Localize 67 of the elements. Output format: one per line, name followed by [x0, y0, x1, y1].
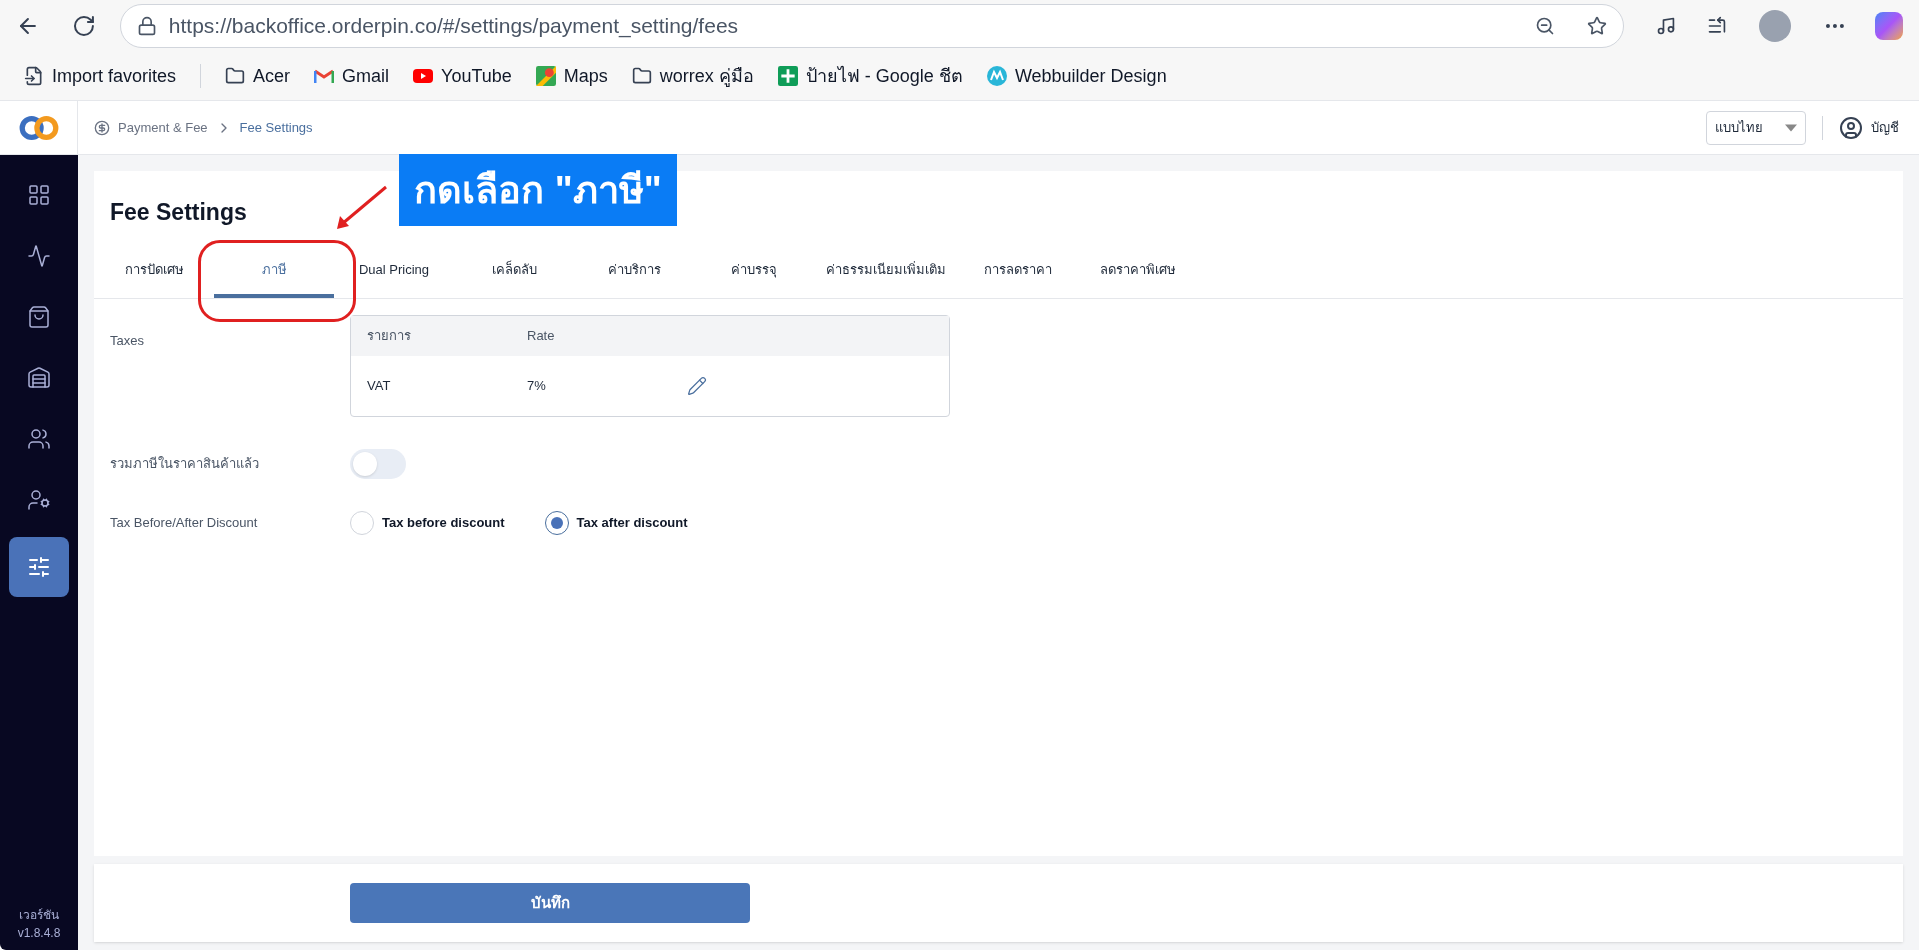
- music-icon[interactable]: [1655, 16, 1676, 36]
- bookmark-item[interactable]: YouTube: [405, 58, 520, 94]
- field-label: Taxes: [110, 331, 145, 350]
- account-button[interactable]: บัญชี: [1839, 115, 1899, 140]
- folder-icon: [631, 66, 652, 86]
- field-label: รวมภาษีในราคาสินค้าแล้ว: [110, 454, 260, 473]
- breadcrumb-current: Fee Settings: [239, 118, 313, 137]
- play-logo-icon: [413, 68, 434, 84]
- tab[interactable]: ค่าบรรจุ: [694, 245, 814, 298]
- address-bar[interactable]: https://backoffice.orderpin.co/#/settings/payment_setting/fees: [119, 4, 1624, 48]
- reload-icon[interactable]: [71, 14, 96, 38]
- lock-icon: [136, 16, 157, 36]
- table-cell-text: 7%: [527, 376, 547, 395]
- version-label: เวอร์ชัน: [19, 907, 59, 924]
- field-label: Tax Before/After Discount: [110, 513, 259, 532]
- pulse-icon: [27, 244, 51, 268]
- tab[interactable]: การลดราคา: [958, 245, 1078, 298]
- bookmark-item[interactable]: Acer: [217, 58, 299, 94]
- bookmark-item[interactable]: worrex คู่มือ: [623, 58, 762, 94]
- mail-logo-icon: [314, 68, 335, 84]
- column-header: Rate: [527, 326, 556, 345]
- favorites-icon[interactable]: [1707, 16, 1728, 36]
- column-header: รายการ: [367, 326, 412, 345]
- annotation-arrow: [334, 184, 390, 232]
- bookmark-item[interactable]: ป้ายไฟ - Google ชีต: [769, 58, 971, 94]
- language-select[interactable]: แบบไทย: [1706, 110, 1806, 145]
- sliders-icon: [27, 555, 51, 579]
- tab[interactable]: การปัดเศษ: [94, 245, 214, 298]
- tab[interactable]: Dual Pricing: [334, 245, 454, 298]
- dollar-icon: [94, 119, 110, 136]
- tab[interactable]: เคล็ดลับ: [454, 245, 574, 298]
- warehouse-icon: [27, 366, 51, 390]
- edit-icon[interactable]: [687, 375, 707, 396]
- tab[interactable]: ลดราคาพิเศษ: [1078, 245, 1198, 298]
- tab[interactable]: ค่าธรรมเนียมเพิ่มเติม: [814, 245, 958, 298]
- sidebar-item[interactable]: [9, 537, 69, 597]
- toggle-switch[interactable]: [350, 448, 406, 479]
- annotation-label: กดเลือก "ภาษี": [399, 154, 677, 226]
- map-pin-icon: [535, 66, 556, 86]
- folder-icon: [225, 66, 246, 86]
- bookmark-item[interactable]: Import favorites: [16, 58, 185, 94]
- table-cell-text: VAT: [367, 376, 392, 395]
- caret-icon: [1785, 123, 1797, 132]
- radio-option[interactable]: Tax after discount: [544, 510, 688, 535]
- logo-icon: [17, 113, 60, 142]
- zoom-out-icon[interactable]: [1534, 16, 1555, 36]
- bookmark-item[interactable]: Webbuilder Design: [978, 58, 1175, 94]
- import-icon: [24, 66, 44, 86]
- spreadsheet-icon: [777, 66, 798, 86]
- assistant-logo-icon[interactable]: [1875, 12, 1903, 40]
- bookmark-item[interactable]: Gmail: [306, 58, 398, 94]
- tab[interactable]: ค่าบริการ: [574, 245, 694, 298]
- bookmark-item[interactable]: Maps: [527, 58, 616, 94]
- version-number: v1.8.4.8: [17, 925, 61, 942]
- wave-logo-icon: [986, 66, 1007, 86]
- tab[interactable]: ภาษี: [214, 245, 334, 298]
- star-icon[interactable]: [1586, 16, 1607, 36]
- users-icon: [27, 427, 51, 451]
- url-text: https://backoffice.orderpin.co/#/settings/payment_setting/fees: [168, 13, 740, 40]
- page-title: Fee Settings: [110, 198, 247, 227]
- breadcrumb-link[interactable]: Payment & Fee: [118, 117, 208, 138]
- radio-option[interactable]: Tax before discount: [350, 510, 505, 535]
- save-button[interactable]: บันทึก: [350, 883, 750, 923]
- grid-icon: [27, 183, 51, 207]
- user-settings-icon: [27, 488, 51, 512]
- bag-icon: [27, 305, 51, 329]
- user-icon: [1839, 115, 1863, 140]
